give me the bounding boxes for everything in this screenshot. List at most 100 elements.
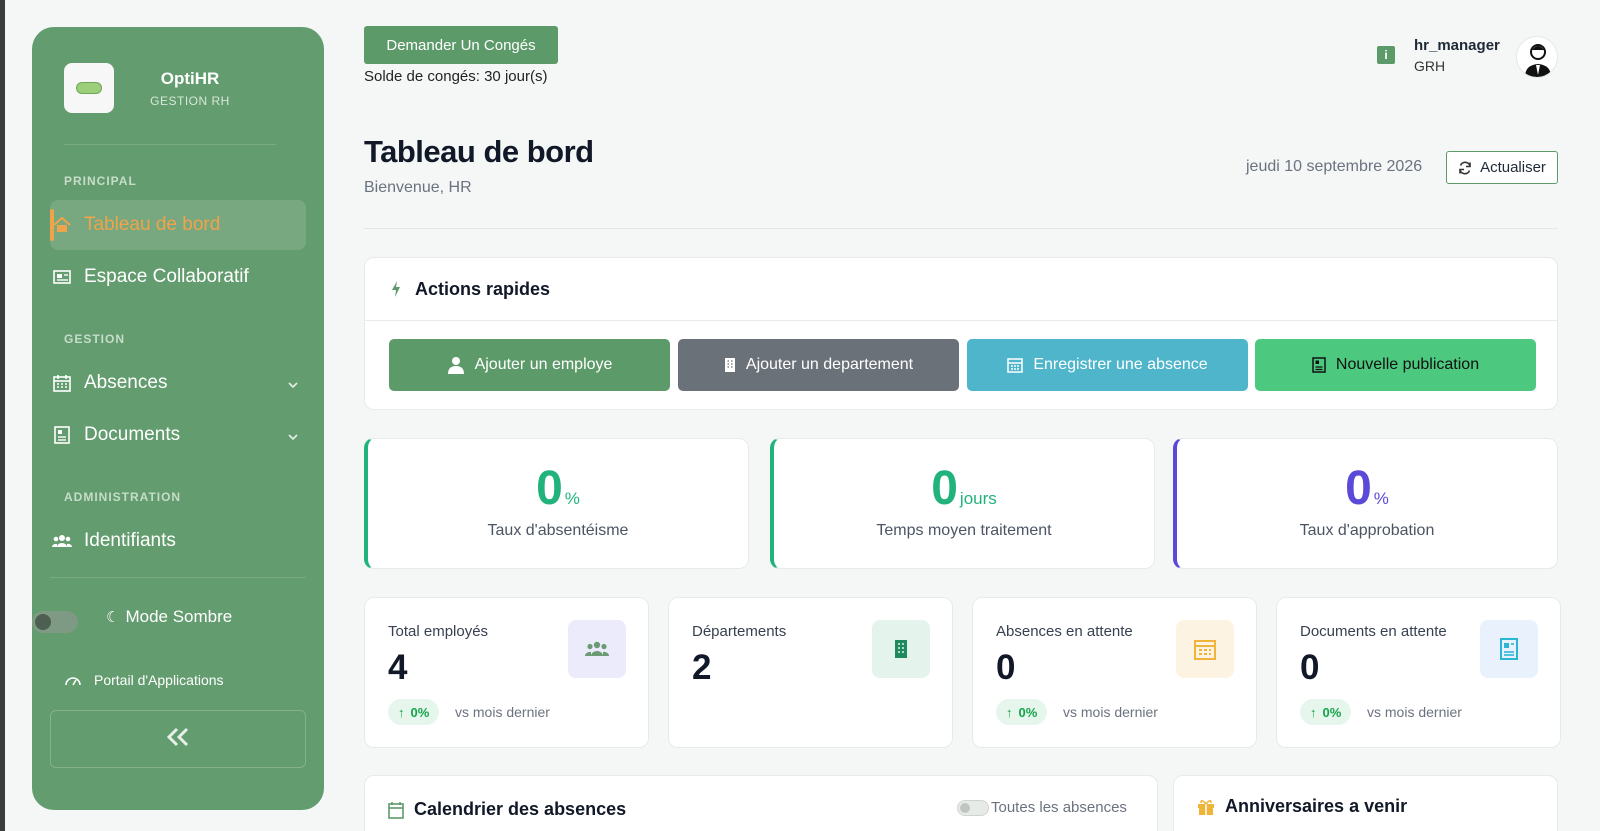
stat-value: 0 — [996, 648, 1016, 687]
calendar-title: Calendrier des absences — [414, 799, 627, 819]
sidebar-item-collaborative[interactable]: Espace Collaboratif — [50, 252, 306, 302]
sidebar-item-dashboard[interactable]: Tableau de bord — [50, 200, 306, 250]
building-icon — [724, 358, 735, 372]
new-publication-label: Nouvelle publication — [1335, 356, 1480, 373]
arrow-up-icon: ↑ — [1310, 704, 1317, 720]
stat-label: Total employés — [388, 623, 489, 640]
kpi-unit: % — [1373, 489, 1389, 508]
record-absence-button[interactable]: Enregistrer une absence — [967, 339, 1248, 391]
kpi-value: 0 — [536, 462, 563, 515]
brand-name: OptiHR — [160, 68, 220, 88]
kpi-label: Taux d'absentéisme — [487, 522, 629, 539]
user-name[interactable]: hr_manager — [1414, 37, 1500, 54]
stat-departments: Départements 2 — [668, 597, 953, 748]
sidebar-divider — [50, 577, 306, 578]
request-leave-button[interactable]: Demander Un Congés — [364, 26, 558, 64]
sidebar-item-documents[interactable]: Documents — [50, 410, 306, 460]
header-divider — [364, 228, 1558, 229]
user-role: GRH — [1414, 58, 1446, 74]
brand-subtitle: GESTION RH — [150, 93, 230, 108]
brand[interactable]: OptiHR GESTION RH — [64, 63, 250, 113]
section-title-administration: ADMINISTRATION — [64, 490, 182, 504]
add-department-label: Ajouter un departement — [745, 356, 914, 373]
trend-badge: ↑ 0% — [388, 699, 440, 725]
newspaper-icon — [1312, 357, 1326, 373]
quick-actions-title: Actions rapides — [415, 278, 551, 299]
document-icon — [1480, 620, 1538, 678]
calendar-icon — [52, 373, 72, 393]
page-title: Tableau de bord — [364, 134, 594, 169]
stat-value: 2 — [692, 648, 712, 687]
trend-value: 0% — [1018, 704, 1038, 720]
sidebar-divider — [64, 144, 276, 145]
users-icon — [52, 531, 72, 551]
section-title-gestion: GESTION — [64, 332, 126, 346]
moon-icon: ☾ — [106, 609, 120, 626]
dark-mode-toggle[interactable] — [32, 611, 78, 633]
chevron-down-icon[interactable] — [288, 425, 298, 447]
kpi-unit: % — [564, 489, 580, 508]
trend-value: 0% — [410, 704, 430, 720]
sidebar-item-label: Tableau de bord — [84, 214, 221, 235]
newspaper-icon — [52, 267, 72, 287]
leave-balance: Solde de congés: 30 jour(s) — [364, 68, 548, 85]
quick-actions-card: Actions rapides Ajouter un employe Ajout… — [364, 257, 1558, 410]
trend-badge: ↑ 0% — [1300, 699, 1352, 725]
gift-icon — [1198, 799, 1214, 815]
kpi-label: Taux d'approbation — [1299, 522, 1435, 539]
avatar[interactable] — [1516, 36, 1558, 78]
record-absence-label: Enregistrer une absence — [1033, 356, 1208, 373]
dark-mode-label[interactable]: ☾ Mode Sombre — [106, 607, 232, 627]
sidebar-item-credentials[interactable]: Identifiants — [50, 516, 306, 566]
refresh-label: Actualiser — [1480, 159, 1546, 176]
info-icon[interactable]: i — [1377, 46, 1395, 64]
add-employee-button[interactable]: Ajouter un employe — [389, 339, 670, 391]
all-absences-label: Toutes les absences — [991, 799, 1127, 816]
portal-link[interactable]: Portail d'Applications — [64, 672, 224, 688]
birthdays-title: Anniversaires a venir — [1225, 796, 1408, 816]
trend-compare: vs mois dernier — [1367, 704, 1462, 720]
users-icon — [568, 620, 626, 678]
current-date: jeudi 10 septembre 2026 — [1246, 158, 1423, 175]
refresh-icon — [1458, 161, 1472, 175]
stat-value: 4 — [388, 648, 408, 687]
stat-pending-absences: Absences en attente 0 ↑ 0% vs mois dernie… — [972, 597, 1257, 748]
new-publication-button[interactable]: Nouvelle publication — [1255, 339, 1536, 391]
kpi-value: 0 — [931, 462, 958, 515]
dark-mode-text: Mode Sombre — [125, 607, 233, 626]
trend-compare: vs mois dernier — [455, 704, 550, 720]
kpi-approval-rate: 0% Taux d'approbation — [1173, 438, 1558, 569]
absence-calendar-card: Calendrier des absences Toutes les absen… — [364, 775, 1158, 831]
trend-value: 0% — [1322, 704, 1342, 720]
stat-value: 0 — [1300, 648, 1320, 687]
all-absences-toggle[interactable]: Toutes les absences — [957, 799, 1127, 816]
kpi-absenteeism: 0% Taux d'absentéisme — [364, 438, 749, 569]
stat-pending-documents: Documents en attente 0 ↑ 0% vs mois derni… — [1276, 597, 1561, 748]
window-edge — [0, 0, 5, 831]
section-title-principal: PRINCIPAL — [64, 174, 137, 188]
arrow-up-icon: ↑ — [1006, 704, 1013, 720]
add-employee-label: Ajouter un employe — [474, 356, 613, 373]
stat-label: Absences en attente — [996, 623, 1133, 640]
bolt-icon — [391, 281, 401, 297]
sidebar-item-absences[interactable]: Absences — [50, 358, 306, 408]
portal-label: Portail d'Applications — [94, 672, 224, 688]
building-icon — [872, 620, 930, 678]
double-chevron-left-icon — [165, 727, 191, 752]
calendar-icon — [388, 801, 404, 819]
add-department-button[interactable]: Ajouter un departement — [678, 339, 959, 391]
arrow-up-icon: ↑ — [398, 704, 405, 720]
sidebar-item-label: Espace Collaboratif — [84, 266, 249, 287]
user-icon — [447, 357, 464, 374]
sidebar-item-label: Documents — [84, 424, 181, 445]
trend-badge: ↑ 0% — [996, 699, 1048, 725]
calendar-icon — [1007, 358, 1024, 373]
birthdays-card: Anniversaires a venir — [1173, 775, 1558, 831]
stat-total-employees: Total employés 4 ↑ 0% vs mois dernier — [364, 597, 649, 748]
chevron-down-icon[interactable] — [288, 373, 298, 395]
collapse-sidebar-button[interactable] — [50, 710, 306, 768]
home-icon — [52, 215, 72, 235]
sidebar-item-label: Absences — [84, 372, 168, 393]
kpi-value: 0 — [1345, 462, 1372, 515]
refresh-button[interactable]: Actualiser — [1446, 151, 1558, 184]
